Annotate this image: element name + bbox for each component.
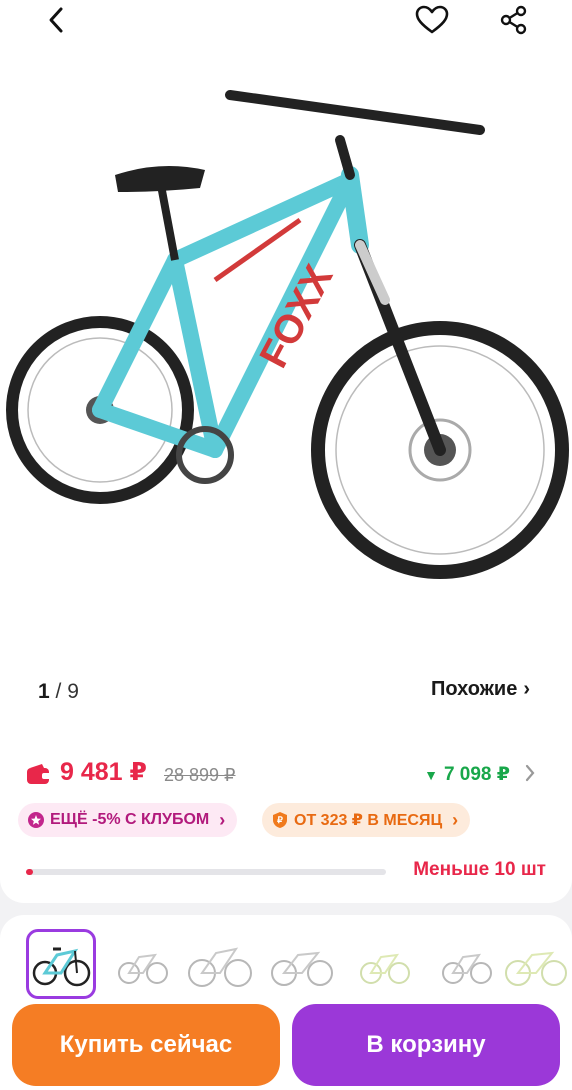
bike-thumbnail-icon <box>271 951 333 986</box>
chevron-right-icon: › <box>219 809 226 830</box>
installment-chip[interactable]: ₽ ОТ 323 ₽ В МЕСЯЦ › <box>262 803 471 837</box>
thumbnail[interactable] <box>108 929 178 999</box>
gallery-separator: / <box>55 680 62 703</box>
bike-thumbnail-icon <box>118 953 168 984</box>
back-button[interactable] <box>36 0 76 40</box>
down-triangle-icon: ▼ <box>424 766 438 783</box>
current-price: 9 481 ₽ <box>60 758 147 786</box>
gallery-current: 1 <box>38 680 50 703</box>
heart-icon <box>415 5 449 34</box>
old-price: 28 899 ₽ <box>164 765 236 785</box>
bike-thumbnail-icon <box>32 947 91 987</box>
svg-text:₽: ₽ <box>277 815 283 825</box>
installment-label: ОТ 323 ₽ В МЕСЯЦ <box>294 812 443 829</box>
price-card: 9 481 ₽ 28 899 ₽ ▼ 7 098 ₽ ЕЩЁ -5% С КЛУ… <box>0 735 572 903</box>
thumbnail[interactable] <box>26 929 96 999</box>
add-to-cart-button[interactable]: В корзину <box>292 1004 560 1086</box>
club-star-icon <box>28 812 44 828</box>
stock-label: Меньше 10 шт <box>413 859 546 880</box>
club-discount-label: ЕЩЁ -5% С КЛУБОМ <box>50 811 210 828</box>
product-image[interactable]: FOXX <box>0 70 572 630</box>
share-icon <box>500 5 527 35</box>
svg-text:FOXX: FOXX <box>252 258 342 375</box>
bonus-amount[interactable]: ▼ 7 098 ₽ <box>424 763 510 786</box>
stock-progress-fill <box>26 869 34 875</box>
bike-thumbnail-icon <box>188 947 252 987</box>
bike-thumbnail-icon <box>360 953 410 984</box>
shield-icon: ₽ <box>273 812 287 828</box>
chevron-right-icon[interactable] <box>524 764 536 782</box>
chevron-right-icon: › <box>452 809 459 830</box>
thumbnail[interactable] <box>186 929 256 999</box>
chevron-right-icon: › <box>523 678 530 700</box>
top-bar <box>0 0 572 40</box>
product-gallery[interactable]: FOXX 1 / 9 Похожие › <box>0 0 572 735</box>
similar-label: Похожие <box>431 678 518 700</box>
favorite-button[interactable] <box>410 0 454 40</box>
bike-thumbnail-icon <box>442 953 492 984</box>
thumbnail[interactable] <box>432 929 502 999</box>
buy-now-button[interactable]: Купить сейчас <box>12 1004 280 1086</box>
similar-link[interactable]: Похожие › <box>431 678 530 701</box>
gallery-counter: 1 / 9 <box>38 680 79 704</box>
stock-progress <box>26 869 386 875</box>
wallet-icon <box>27 764 51 784</box>
bonus-value: 7 098 ₽ <box>443 764 510 785</box>
gallery-total: 9 <box>67 680 79 703</box>
thumbnail[interactable] <box>268 929 338 999</box>
thumbnail[interactable] <box>350 929 420 999</box>
buy-bar: Купить сейчас В корзину <box>0 1000 572 1090</box>
chevron-left-icon <box>49 7 63 33</box>
thumbnail[interactable] <box>502 929 572 999</box>
bike-thumbnail-icon <box>505 951 567 986</box>
club-discount-chip[interactable]: ЕЩЁ -5% С КЛУБОМ › <box>18 803 238 837</box>
share-button[interactable] <box>494 0 534 40</box>
